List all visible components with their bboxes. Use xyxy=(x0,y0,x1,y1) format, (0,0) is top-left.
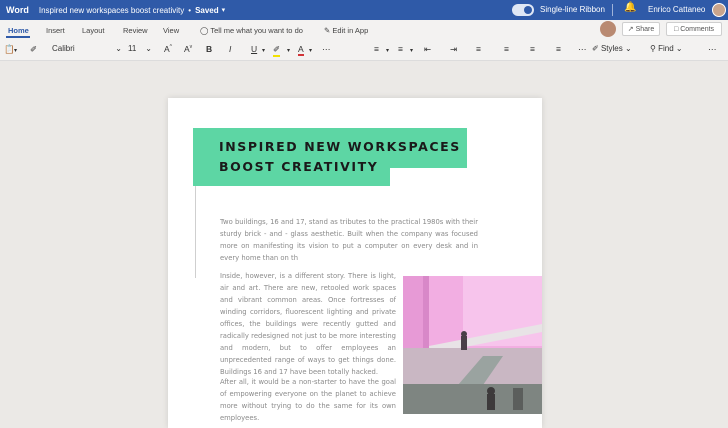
heading-line-1: INSPIRED NEW WORKSPACES xyxy=(219,139,461,154)
share-button[interactable]: ↗ Share xyxy=(622,22,660,36)
find-label: Find xyxy=(658,44,674,53)
save-status: Saved xyxy=(195,5,219,15)
justify-icon[interactable]: ≡ xyxy=(556,44,561,54)
ribbon-tabs: Home Insert Layout Review View ◯ Tell me… xyxy=(0,20,728,40)
office-photo[interactable] xyxy=(403,276,542,414)
align-left-icon[interactable]: ≡ xyxy=(476,44,481,54)
chevron-down-icon[interactable]: ▾ xyxy=(309,47,312,54)
margin-rule xyxy=(195,186,196,278)
font-color-icon[interactable]: A xyxy=(298,44,304,56)
tell-me-text: Tell me what you want to do xyxy=(210,26,303,35)
comment-icon: □ xyxy=(673,25,679,33)
paragraph-2[interactable]: Inside, however, is a different story. T… xyxy=(220,270,396,378)
paragraph-3[interactable]: After all, it would be a non-starter to … xyxy=(220,376,396,424)
avatar[interactable] xyxy=(712,3,726,17)
decrease-indent-icon[interactable]: ⇤ xyxy=(424,44,431,55)
active-tab-indicator xyxy=(6,36,30,38)
chevron-down-icon[interactable]: ▾ xyxy=(287,47,290,54)
find-button[interactable]: ⚲ Find ⌄ xyxy=(650,44,683,53)
format-painter-icon[interactable]: ✐ xyxy=(30,44,37,55)
bold-icon[interactable]: B xyxy=(206,44,212,54)
italic-icon[interactable]: I xyxy=(229,44,231,54)
bullets-icon[interactable]: ≡ xyxy=(374,44,379,54)
edit-in-app-button[interactable]: ✎ Edit in App xyxy=(324,26,368,35)
document-title[interactable]: Inspired new workspaces boost creativity xyxy=(39,6,184,15)
document-heading[interactable]: INSPIRED NEW WORKSPACES BOOST CREATIVITY xyxy=(219,137,461,177)
comments-button[interactable]: □ Comments xyxy=(666,22,722,36)
tab-insert[interactable]: Insert xyxy=(46,26,65,35)
more-options-icon[interactable]: ⋯ xyxy=(578,44,587,55)
styles-button[interactable]: ✐ Styles ⌄ xyxy=(592,44,632,53)
styles-label: Styles xyxy=(600,44,623,53)
underline-icon[interactable]: U xyxy=(251,44,257,54)
chevron-down-icon: ⌄ xyxy=(145,44,152,53)
ribbon-toggle-label: Single-line Ribbon xyxy=(540,5,605,14)
grow-font-icon[interactable]: A^ xyxy=(164,44,172,54)
more-options-icon[interactable]: ⋯ xyxy=(322,44,331,55)
tab-layout[interactable]: Layout xyxy=(82,26,105,35)
chevron-down-icon[interactable]: ▾ xyxy=(262,47,265,54)
font-name-select[interactable]: Calibri ⌄ xyxy=(52,44,122,53)
pencil-icon: ✎ xyxy=(324,26,331,35)
user-name[interactable]: Enrico Cattaneo xyxy=(648,5,705,14)
share-label: Share xyxy=(635,25,655,33)
tab-view[interactable]: View xyxy=(163,26,179,35)
chevron-down-icon[interactable]: ▾ xyxy=(222,6,226,14)
ribbon-toolbar: 📋 ▾ ✐ Calibri ⌄ 11 ⌄ A^ Av B I U ▾ ✐ ▾ A ▾… xyxy=(0,40,728,61)
search-icon: ⚲ xyxy=(650,44,656,53)
single-line-ribbon-toggle[interactable] xyxy=(512,4,534,16)
bell-icon[interactable]: 🔔 xyxy=(624,2,636,13)
edit-in-app-label: Edit in App xyxy=(332,26,369,35)
chevron-down-icon[interactable]: ▾ xyxy=(386,47,389,54)
styles-icon: ✐ xyxy=(592,44,599,53)
chevron-down-icon[interactable]: ▾ xyxy=(410,47,413,54)
toggle-knob xyxy=(524,6,532,14)
font-name-value: Calibri xyxy=(52,44,75,53)
lightbulb-icon: ◯ xyxy=(200,26,209,35)
shrink-font-icon[interactable]: Av xyxy=(184,44,192,54)
clipboard-icon[interactable]: 📋 xyxy=(4,44,15,55)
paragraph-1[interactable]: Two buildings, 16 and 17, stand as tribu… xyxy=(220,216,478,264)
increase-indent-icon[interactable]: ⇥ xyxy=(450,44,457,55)
app-name[interactable]: Word xyxy=(6,5,29,15)
share-icon: ↗ xyxy=(627,26,634,33)
highlight-icon[interactable]: ✐ xyxy=(273,44,281,57)
titlebar-divider xyxy=(612,4,613,16)
title-bar: Word Inspired new workspaces boost creat… xyxy=(0,0,728,20)
numbering-icon[interactable]: ≡ xyxy=(398,44,403,54)
heading-line-2: BOOST CREATIVITY xyxy=(219,159,379,174)
align-center-icon[interactable]: ≡ xyxy=(504,44,509,54)
tab-home[interactable]: Home xyxy=(8,26,29,35)
title-separator: • xyxy=(188,5,192,15)
font-size-select[interactable]: 11 ⌄ xyxy=(128,44,152,53)
collaborator-avatar[interactable] xyxy=(600,21,616,37)
font-size-value: 11 xyxy=(128,44,137,53)
more-options-icon[interactable]: ⋯ xyxy=(708,44,717,55)
comments-label: Comments xyxy=(680,25,715,33)
tell-me-search[interactable]: ◯ Tell me what you want to do xyxy=(200,26,303,35)
align-right-icon[interactable]: ≡ xyxy=(530,44,535,54)
chevron-down-icon: ⌄ xyxy=(115,44,122,53)
chevron-down-icon: ⌄ xyxy=(624,44,632,53)
office-photo-image xyxy=(403,276,542,414)
chevron-down-icon[interactable]: ▾ xyxy=(14,47,17,54)
chevron-down-icon: ⌄ xyxy=(675,44,683,53)
tab-review[interactable]: Review xyxy=(123,26,148,35)
